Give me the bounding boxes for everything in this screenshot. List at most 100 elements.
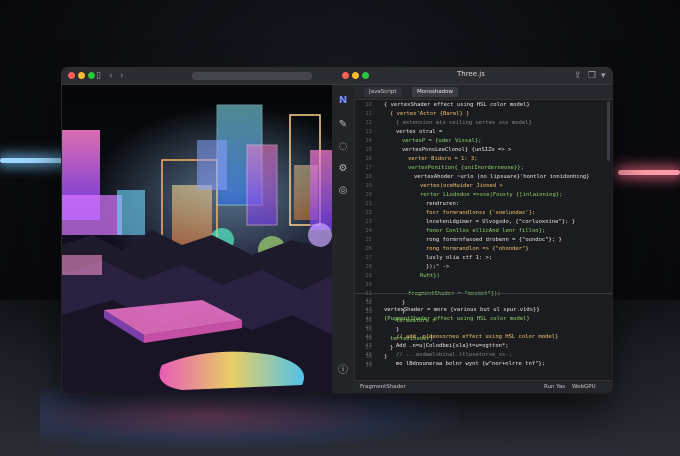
chat-icon[interactable]: ◌ xyxy=(337,141,349,153)
code-line[interactable]: 21 rendruren: xyxy=(354,200,459,209)
close-window-button[interactable] xyxy=(68,72,75,79)
code-line[interactable]: 42 xyxy=(354,297,378,306)
line-number: 14 xyxy=(365,138,372,144)
settings-icon[interactable]: ⚙ xyxy=(337,163,349,175)
line-number: 29 xyxy=(365,273,372,279)
code-line[interactable]: 30 xyxy=(354,281,408,290)
code-line[interactable]: 14 vertexP = {uder Vissal}; xyxy=(354,137,481,146)
line-number: 43 xyxy=(365,307,372,313)
code-line[interactable]: 13 vertex otral = xyxy=(354,128,442,137)
neon-light-right xyxy=(618,170,680,175)
code-text: Add .n=u|Colodbei{sla}t=u=ogtton*; xyxy=(396,343,509,349)
tab-monoshadow[interactable]: Monoshadow xyxy=(412,87,459,97)
sidebar-toggle-icon[interactable]: ▯ xyxy=(96,70,101,82)
code-line[interactable]: 29 Ruht}) xyxy=(354,272,440,281)
line-number: 19 xyxy=(365,183,372,189)
code-text: });" -> xyxy=(426,264,450,270)
code-line[interactable]: 11 { vertex'Actor {Barel} } xyxy=(354,110,469,119)
code-line[interactable]: 20 rerter LLodndon =>sse|Fousty {[inlainn… xyxy=(354,191,562,200)
target-icon[interactable]: ◎ xyxy=(337,185,349,197)
line-number: 10 xyxy=(365,102,372,108)
status-bar: FragmentShader Run Yas WebGPU xyxy=(354,380,612,393)
app-window: ▯ ‹ › Three.js ⇪ ❐ ▾ N ✎ ◌ ⚙ ◎ ⓘ JavaScr… xyxy=(62,68,612,393)
code-line[interactable]: 16 verter Bidoro = 1: 3; xyxy=(354,155,477,164)
line-number: 22 xyxy=(365,210,372,216)
code-line[interactable]: 24 fonor Conllos ellicAnd lenr fillon}; xyxy=(354,227,545,236)
line-number: 16 xyxy=(365,156,372,162)
code-text: Ruht}) xyxy=(420,273,440,279)
code-line[interactable]: 18 vertexAhoder ~urlo (no lipsuare}'hontl… xyxy=(354,173,590,182)
line-number: 11 xyxy=(365,111,372,117)
code-text: vertexPonition{ {uniInorderneone}}; xyxy=(408,165,524,171)
code-text: focr formrandlonss {'soelundas'}; xyxy=(426,210,536,216)
code-line[interactable]: 23 lncetenidgimer = Ulvogsdo, {"corluoxni… xyxy=(354,218,575,227)
line-number: 44 xyxy=(365,316,372,322)
code-line[interactable]: 49 mo lBdnouneraa bolnr wynt {w"nor+nlrre… xyxy=(354,360,545,369)
minimize-window-button[interactable] xyxy=(78,72,85,79)
brush-icon[interactable]: ✎ xyxy=(337,119,349,131)
line-number: 26 xyxy=(365,246,372,252)
code-line[interactable]: 26 rong formrandlon => {"ohonder"} xyxy=(354,245,528,254)
code-line[interactable]: 47 Add .n=u|Colodbei{sla}t=u=ogtton*; xyxy=(354,342,509,351)
code-text: mo lBdnouneraa bolnr wynt {w"nor+nlrre t… xyxy=(396,361,546,367)
tab-javascript[interactable]: JavaScript xyxy=(364,87,402,97)
code-text: vertex otral = xyxy=(396,129,443,135)
status-backend[interactable]: WebGPU xyxy=(572,382,596,392)
neon-city-render xyxy=(62,104,332,393)
status-mode: FragmentShader xyxy=(360,384,406,390)
code-line[interactable]: 43 vertexShader = more {various but ul sp… xyxy=(354,306,539,315)
line-number: 48 xyxy=(365,352,372,358)
line-number: 27 xyxy=(365,255,372,261)
code-text: rong formrnfasoed drobenn = {"oundoc"}; … xyxy=(426,237,562,243)
copy-icon[interactable]: ❐ xyxy=(588,70,596,82)
line-number: 17 xyxy=(365,165,372,171)
code-line[interactable]: 44 {PugmentShader effect using HSL color … xyxy=(354,315,529,324)
code-line[interactable]: 19 vertex(oceHuider Jioned > xyxy=(354,182,503,191)
forward-icon[interactable]: › xyxy=(120,70,124,82)
code-line[interactable]: 12 { extension mix ceiling vertex oss mod… xyxy=(354,119,531,128)
code-line[interactable]: 46 // add .n{deosorneu effect using HSL c… xyxy=(354,333,558,342)
editor-close-button[interactable] xyxy=(342,72,349,79)
logo-icon[interactable]: N xyxy=(337,95,349,107)
code-text: vertexAhoder ~urlo (no lipsuare}'hontlor… xyxy=(414,174,590,180)
editor-tabs: JavaScript Monoshadow xyxy=(354,85,612,100)
code-line[interactable]: 25 rong formrnfasoed drobenn = {"oundoc"}… xyxy=(354,236,562,245)
editor-minimize-button[interactable] xyxy=(352,72,359,79)
line-number: 45 xyxy=(365,325,372,331)
code-line[interactable]: 10 { vertexShader effect using HSL color … xyxy=(354,101,530,110)
dropdown-icon[interactable]: ▾ xyxy=(601,70,606,82)
line-number: 18 xyxy=(365,174,372,180)
address-bar[interactable] xyxy=(192,72,312,80)
code-line[interactable]: 22 focr formrandlonss {'soelundas'}; xyxy=(354,209,535,218)
window-title: Three.js xyxy=(457,70,485,78)
status-run[interactable]: Run Yas xyxy=(544,382,565,392)
editor-maximize-button[interactable] xyxy=(362,72,369,79)
back-icon[interactable]: ‹ xyxy=(109,70,113,82)
line-number: 47 xyxy=(365,343,372,349)
code-line[interactable]: 27 lusly olia ctf 1: >; xyxy=(354,254,492,263)
maximize-window-button[interactable] xyxy=(88,72,95,79)
line-number: 42 xyxy=(365,298,372,304)
code-text: { vertex'Actor {Barel} } xyxy=(390,111,470,117)
share-icon[interactable]: ⇪ xyxy=(574,70,582,82)
line-number: 15 xyxy=(365,147,372,153)
line-number: 30 xyxy=(365,282,372,288)
line-number: 21 xyxy=(365,201,372,207)
info-icon[interactable]: ⓘ xyxy=(337,365,349,377)
activity-bar: N ✎ ◌ ⚙ ◎ ⓘ xyxy=(332,85,355,393)
code-area[interactable]: 10 { vertexShader effect using HSL color … xyxy=(354,101,612,369)
code-text: vertexPonsLeeClonol} {unSIZo => > xyxy=(402,147,512,153)
code-text: vertex(oceHuider Jioned > xyxy=(420,183,503,189)
line-number: 20 xyxy=(365,192,372,198)
pane-divider[interactable] xyxy=(354,293,612,294)
code-line[interactable]: 15 vertexPonsLeeClonol} {unSIZo => > xyxy=(354,146,511,155)
code-text: { vertexShader effect using HSL color mo… xyxy=(384,102,530,108)
code-line[interactable]: 17 vertexPonition{ {uniInorderneone}}; xyxy=(354,164,524,173)
code-text: // add .n{deosorneu effect using HSL col… xyxy=(396,334,559,340)
line-number: 12 xyxy=(365,120,372,126)
code-text: rendruren: xyxy=(426,201,460,207)
code-line[interactable]: 48 // ...eodaelsbinal.ltlosetorse_ss-; xyxy=(354,351,512,360)
code-line[interactable]: 28});" -> xyxy=(354,263,449,272)
code-line[interactable]: 45 xyxy=(354,324,390,333)
